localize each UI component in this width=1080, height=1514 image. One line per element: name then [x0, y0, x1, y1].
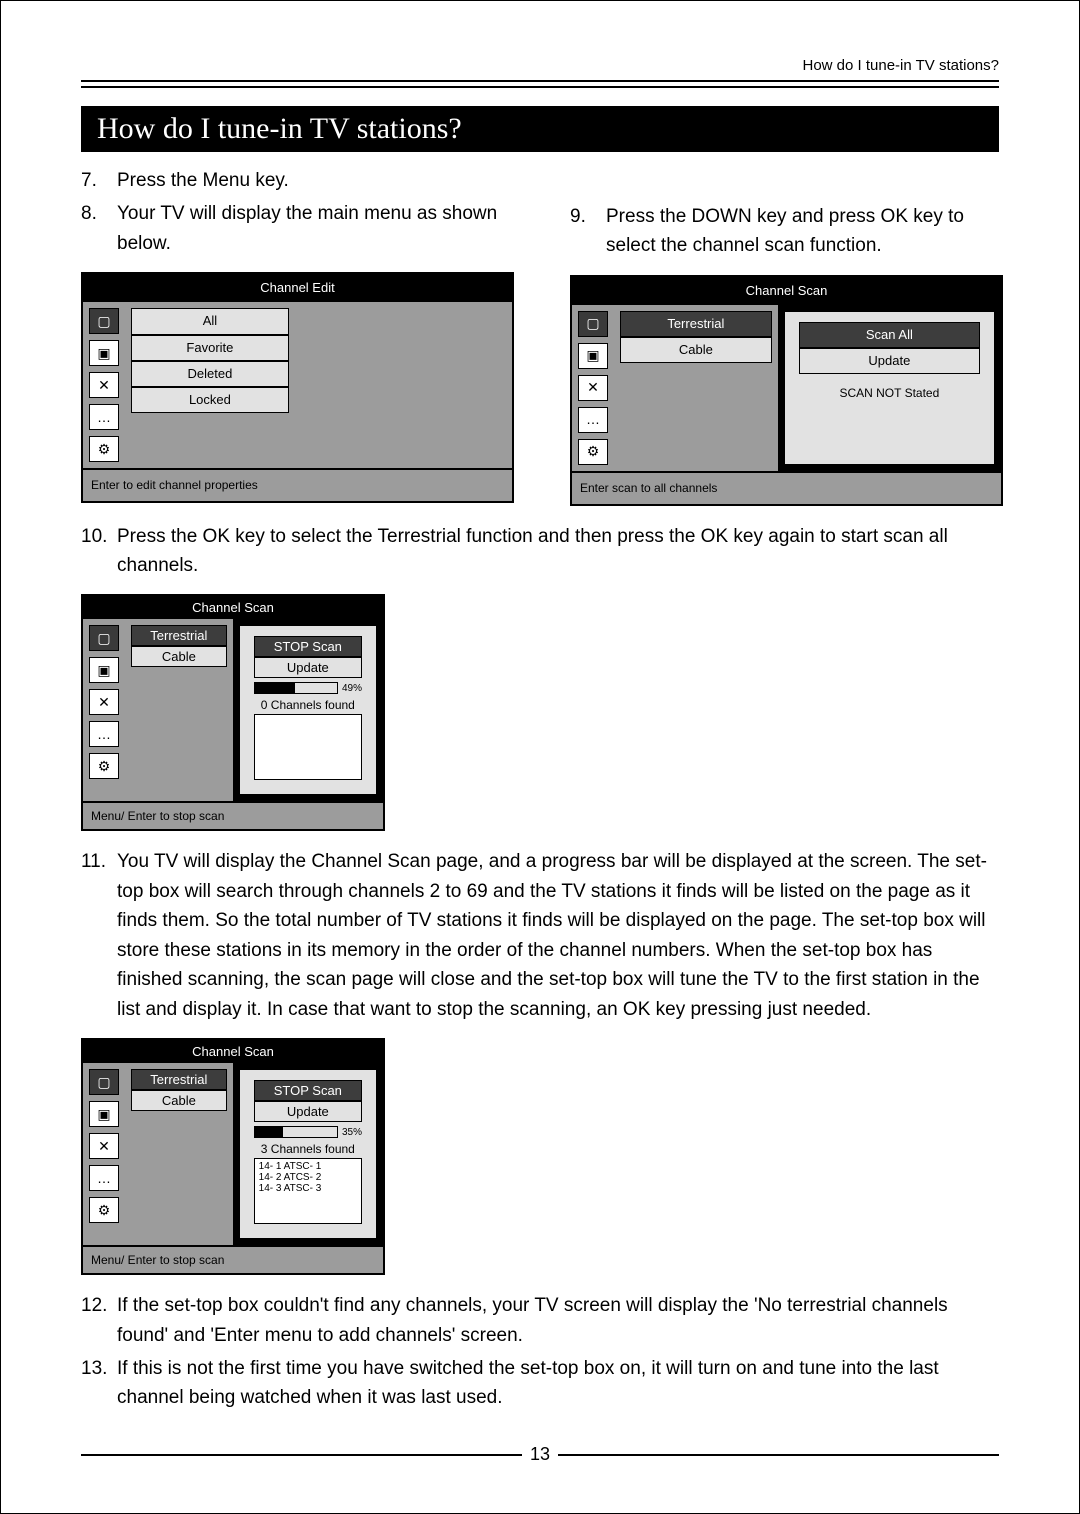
osd-right-pane: Scan All Update SCAN NOT Stated: [784, 311, 995, 465]
gears-icon: ⚙: [89, 436, 119, 462]
osd-title: Channel Edit: [83, 274, 512, 302]
list-item: Terrestrial: [620, 311, 772, 337]
channels-found: 0 Channels found: [246, 694, 370, 714]
intro-columns: 7.Press the Menu key. 8.Your TV will dis…: [81, 166, 999, 522]
osd-icon-rail: ▢ ▣ ✕ … ⚙: [83, 1063, 125, 1245]
list-item: Cable: [620, 337, 772, 363]
channel-row: 14- 2 ATCS- 2: [259, 1172, 357, 1183]
progress-label: 35%: [338, 1127, 362, 1138]
gears-icon: ⚙: [578, 439, 608, 465]
tools-icon: ✕: [578, 375, 608, 401]
sat-icon: ▣: [578, 343, 608, 369]
tv-icon: ▢: [89, 625, 119, 651]
chat-icon: …: [89, 721, 119, 747]
osd-channel-scan-3found: Channel Scan ▢ ▣ ✕ … ⚙ Terrestrial Cable…: [81, 1038, 385, 1275]
tv-icon: ▢: [89, 308, 119, 334]
osd-icon-rail: ▢ ▣ ✕ … ⚙: [83, 302, 125, 468]
osd-footer: Menu/ Enter to stop scan: [83, 1245, 383, 1273]
list-item: Terrestrial: [131, 625, 227, 646]
progress-row: 49%: [246, 678, 370, 694]
step-9: 9.Press the DOWN key and press OK key to…: [570, 202, 999, 261]
osd-icon-rail: ▢ ▣ ✕ … ⚙: [572, 305, 614, 471]
channels-found: 3 Channels found: [246, 1138, 370, 1158]
channel-row: 14- 1 ATSC- 1: [259, 1161, 357, 1172]
list-item: Terrestrial: [131, 1069, 227, 1090]
step-12: 12.If the set-top box couldn't find any …: [81, 1291, 999, 1350]
gears-icon: ⚙: [89, 753, 119, 779]
osd-menu-list: Terrestrial Cable: [125, 1063, 233, 1245]
step-13: 13.If this is not the first time you hav…: [81, 1354, 999, 1413]
page: How do I tune-in TV stations? How do I t…: [0, 0, 1080, 1514]
osd-title: Channel Scan: [572, 277, 1001, 305]
step-10: 10.Press the OK key to select the Terres…: [81, 522, 999, 581]
chat-icon: …: [89, 404, 119, 430]
list-item: All: [131, 308, 289, 334]
osd-icon-rail: ▢ ▣ ✕ … ⚙: [83, 619, 125, 801]
rule-top-2: [81, 86, 999, 88]
tv-icon: ▢: [89, 1069, 119, 1095]
progress-bar: [254, 682, 338, 694]
right-column: 9.Press the DOWN key and press OK key to…: [570, 166, 999, 522]
tv-icon: ▢: [578, 311, 608, 337]
step-7: 7.Press the Menu key.: [81, 166, 510, 195]
osd-title: Channel Scan: [83, 596, 383, 619]
section-title: How do I tune-in TV stations?: [81, 106, 999, 152]
list-item: Locked: [131, 387, 289, 413]
step-10-row: 10.Press the OK key to select the Terres…: [81, 522, 999, 581]
tools-icon: ✕: [89, 1133, 119, 1159]
update-button: Update: [254, 1101, 362, 1122]
osd-footer: Enter to edit channel properties: [83, 468, 512, 501]
footer-rule: 13: [81, 1444, 999, 1465]
osd-footer: Menu/ Enter to stop scan: [83, 801, 383, 829]
sat-icon: ▣: [89, 1101, 119, 1127]
osd-channel-scan-idle: Channel Scan ▢ ▣ ✕ … ⚙ Terrestrial Cable: [570, 275, 1003, 506]
osd-menu-list: All Favorite Deleted Locked: [125, 302, 295, 468]
stop-scan-button: STOP Scan: [254, 1080, 362, 1101]
tools-icon: ✕: [89, 372, 119, 398]
scan-status: SCAN NOT Stated: [791, 374, 988, 407]
channel-row: 14- 3 ATSC- 3: [259, 1183, 357, 1194]
osd-right-pane: STOP Scan Update 35% 3 Channels found 14…: [239, 1069, 377, 1239]
rule-top-1: [81, 80, 999, 82]
step-11: 11.You TV will display the Channel Scan …: [81, 847, 999, 1024]
tools-icon: ✕: [89, 689, 119, 715]
osd-menu-list: Terrestrial Cable: [125, 619, 233, 801]
list-item: Cable: [131, 1090, 227, 1111]
stop-scan-button: STOP Scan: [254, 636, 362, 657]
osd-right-pane: [295, 302, 512, 468]
osd-right-pane: STOP Scan Update 49% 0 Channels found: [239, 625, 377, 795]
list-item: Cable: [131, 646, 227, 667]
step-8: 8.Your TV will display the main menu as …: [81, 199, 510, 258]
list-item: Favorite: [131, 335, 289, 361]
progress-row: 35%: [246, 1122, 370, 1138]
step-11-row: 11.You TV will display the Channel Scan …: [81, 847, 999, 1024]
running-head: How do I tune-in TV stations?: [81, 57, 999, 74]
update-button: Update: [799, 348, 980, 374]
chat-icon: …: [578, 407, 608, 433]
chat-icon: …: [89, 1165, 119, 1191]
channel-list: 14- 1 ATSC- 1 14- 2 ATCS- 2 14- 3 ATSC- …: [254, 1158, 362, 1224]
channel-list: [254, 714, 362, 780]
osd-channel-edit: Channel Edit ▢ ▣ ✕ … ⚙ All Favorite Dele…: [81, 272, 514, 503]
osd-footer: Enter scan to all channels: [572, 471, 1001, 504]
sat-icon: ▣: [89, 340, 119, 366]
left-column: 7.Press the Menu key. 8.Your TV will dis…: [81, 166, 510, 519]
scan-all-button: Scan All: [799, 322, 980, 348]
gears-icon: ⚙: [89, 1197, 119, 1223]
sat-icon: ▣: [89, 657, 119, 683]
osd-title: Channel Scan: [83, 1040, 383, 1063]
steps-12-13: 12.If the set-top box couldn't find any …: [81, 1291, 999, 1413]
osd-channel-scan-0found: Channel Scan ▢ ▣ ✕ … ⚙ Terrestrial Cable…: [81, 594, 385, 831]
update-button: Update: [254, 657, 362, 678]
progress-label: 49%: [338, 683, 362, 694]
list-item: Deleted: [131, 361, 289, 387]
osd-menu-list: Terrestrial Cable: [614, 305, 778, 471]
progress-bar: [254, 1126, 338, 1138]
page-number: 13: [522, 1444, 558, 1465]
